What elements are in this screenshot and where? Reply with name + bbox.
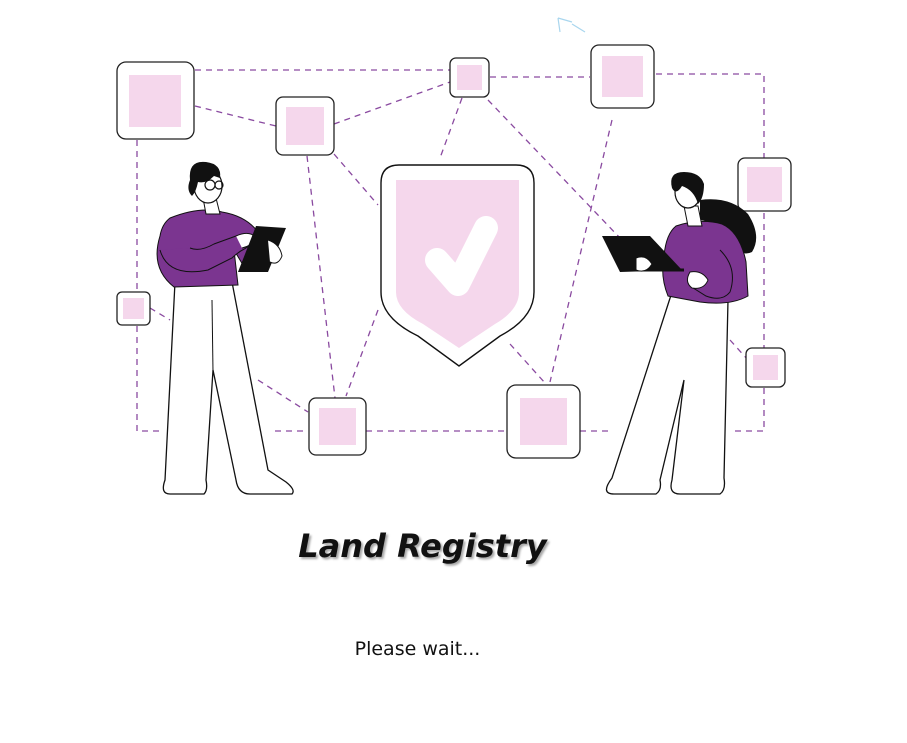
network-node-icon (116, 61, 195, 140)
network-node-icon (590, 44, 655, 109)
network-node-icon (116, 291, 151, 326)
app-title: Land Registry (298, 527, 547, 565)
network-node-icon (737, 157, 792, 212)
shield-check-icon (380, 164, 535, 367)
loading-status-text: Please wait... (354, 638, 481, 660)
person-with-laptop-right (602, 172, 757, 495)
network-node-icon (449, 57, 490, 98)
network-node-icon (745, 347, 786, 388)
network-node-icon (308, 397, 367, 456)
decorative-stroke (557, 17, 586, 33)
network-node-icon (506, 384, 581, 459)
person-with-tablet-left (156, 161, 294, 495)
splash-screen: Land Registry Please wait... (0, 0, 907, 743)
network-node-icon (275, 96, 335, 156)
network-security-illustration (116, 17, 792, 495)
